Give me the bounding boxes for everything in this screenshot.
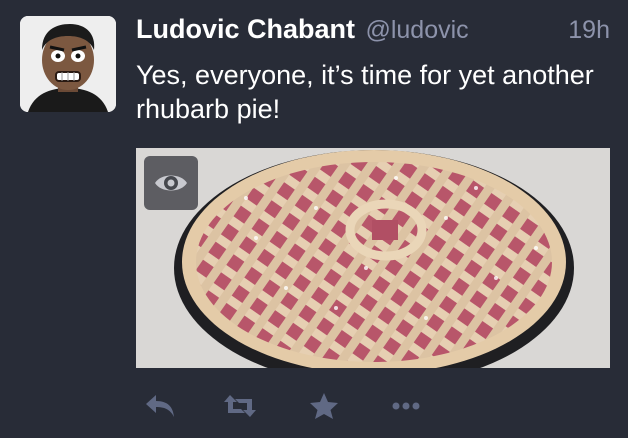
more-button[interactable] [384,388,428,424]
reply-button[interactable] [138,388,182,424]
favourite-icon [310,393,338,419]
status-card: Ludovic Chabant @ludovic 19h Yes, everyo… [0,0,628,438]
pie-image [136,148,610,368]
avatar[interactable] [20,16,116,112]
eye-icon [155,175,187,191]
boost-icon [224,395,256,417]
status-header: Ludovic Chabant @ludovic 19h [136,14,610,48]
avatar-image [20,16,116,112]
reply-icon [146,395,174,417]
timestamp[interactable]: 19h [568,16,610,45]
status-action-bar [136,388,456,424]
status-content: Yes, everyone, it’s time for yet another… [136,60,594,124]
media-attachment[interactable] [136,148,610,368]
boost-button[interactable] [218,388,262,424]
favourite-button[interactable] [302,388,346,424]
more-icon [392,402,420,410]
media-visibility-toggle[interactable] [144,156,198,210]
username[interactable]: @ludovic [365,16,468,44]
display-name[interactable]: Ludovic Chabant [136,14,355,44]
